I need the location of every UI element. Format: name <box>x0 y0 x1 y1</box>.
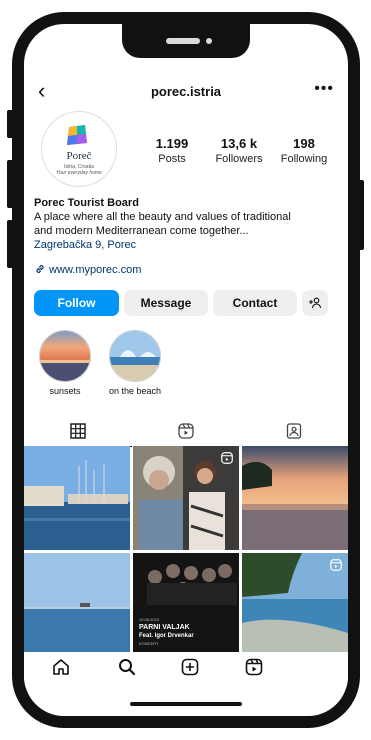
stat-label: Following <box>280 153 328 165</box>
stat-label: Followers <box>215 153 263 165</box>
reels-icon <box>178 423 194 439</box>
nav-reels[interactable] <box>245 658 263 681</box>
highlight-label: sunsets <box>49 386 81 396</box>
message-button[interactable]: Message <box>124 290 208 316</box>
reel-badge-icon <box>330 559 342 571</box>
create-icon <box>181 658 199 676</box>
stat-following[interactable]: 198 Following <box>269 136 339 165</box>
highlight-on-the-beach[interactable]: on the beach <box>105 330 165 396</box>
website-text: www.myporec.com <box>49 264 142 276</box>
nav-home[interactable] <box>52 658 70 681</box>
reels-icon <box>245 658 263 676</box>
speaker <box>166 38 200 44</box>
grid-icon <box>70 423 86 439</box>
home-icon <box>53 659 69 675</box>
profile-actions: Follow Message Contact <box>34 290 338 316</box>
mute-switch <box>7 110 13 138</box>
home-indicator <box>130 702 242 706</box>
suggest-people-button[interactable] <box>302 290 328 316</box>
stat-followers[interactable]: 13,6 k Followers <box>204 136 274 165</box>
avatar[interactable]: Poreč Istria, Croatia Your everyday home <box>41 111 117 187</box>
username-title: porec.istria <box>150 84 222 99</box>
address-link[interactable]: Zagrebačka 9, Porec <box>34 238 334 252</box>
post-thumbnail[interactable] <box>24 553 130 657</box>
poster-date: 10.08.2023 <box>139 617 160 622</box>
bio: Porec Tourist Board A place where all th… <box>34 196 334 252</box>
power-button <box>358 180 364 250</box>
profile-tabs <box>24 416 348 447</box>
tagged-icon <box>286 423 302 439</box>
camera <box>206 38 212 44</box>
stat-value: 1.199 <box>155 136 189 151</box>
post-thumbnail[interactable] <box>242 553 348 657</box>
poster-subtitle: Feat. Igor Drvenkar <box>139 633 194 639</box>
bio-line: A place where all the beauty and values … <box>34 211 291 223</box>
tab-posts-grid[interactable] <box>24 416 132 447</box>
post-thumbnail[interactable]: 10.08.2023 PARNI VALJAK Feat. Igor Drven… <box>133 553 239 657</box>
screen: ‹ porec.istria ••• Poreč Istria, Croatia… <box>24 24 348 716</box>
link-icon <box>36 264 44 274</box>
website-link[interactable]: www.myporec.com <box>34 263 141 276</box>
reel-badge-icon <box>221 452 233 464</box>
volume-down-button <box>7 220 13 268</box>
highlight-label: on the beach <box>108 386 162 396</box>
post-thumbnail[interactable] <box>242 446 348 550</box>
stat-posts[interactable]: 1.199 Posts <box>137 136 207 165</box>
stat-value: 13,6 k <box>220 136 258 151</box>
post-thumbnail[interactable] <box>133 446 239 550</box>
follow-button[interactable]: Follow <box>34 290 119 316</box>
highlight-thumbnail <box>39 330 91 382</box>
post-thumbnail[interactable] <box>24 446 130 550</box>
stat-value: 198 <box>293 136 315 151</box>
poster-caption: KONCERT <box>139 641 159 646</box>
more-options-icon[interactable]: ••• <box>314 80 334 98</box>
logo-mark <box>67 125 87 145</box>
stat-label: Posts <box>158 153 186 165</box>
add-person-icon <box>309 297 322 309</box>
poster-title: PARNI VALJAK <box>139 624 190 631</box>
notch <box>122 24 250 58</box>
search-icon <box>119 659 136 676</box>
profile-header: ‹ porec.istria ••• <box>24 80 348 104</box>
display-name: Porec Tourist Board <box>34 197 139 209</box>
nav-create[interactable] <box>181 658 199 681</box>
contact-button[interactable]: Contact <box>213 290 297 316</box>
bio-line: and modern Mediterranean come together..… <box>34 225 249 237</box>
tab-tagged[interactable] <box>240 416 348 446</box>
logo-name: Poreč <box>66 150 92 162</box>
nav-search[interactable] <box>118 658 136 681</box>
tab-reels[interactable] <box>132 416 240 446</box>
highlight-sunsets[interactable]: sunsets <box>35 330 95 396</box>
volume-up-button <box>7 160 13 208</box>
logo-subtitle: Istria, Croatia Your everyday home <box>56 164 102 176</box>
highlight-thumbnail <box>109 330 161 382</box>
bottom-navigation <box>24 652 348 688</box>
